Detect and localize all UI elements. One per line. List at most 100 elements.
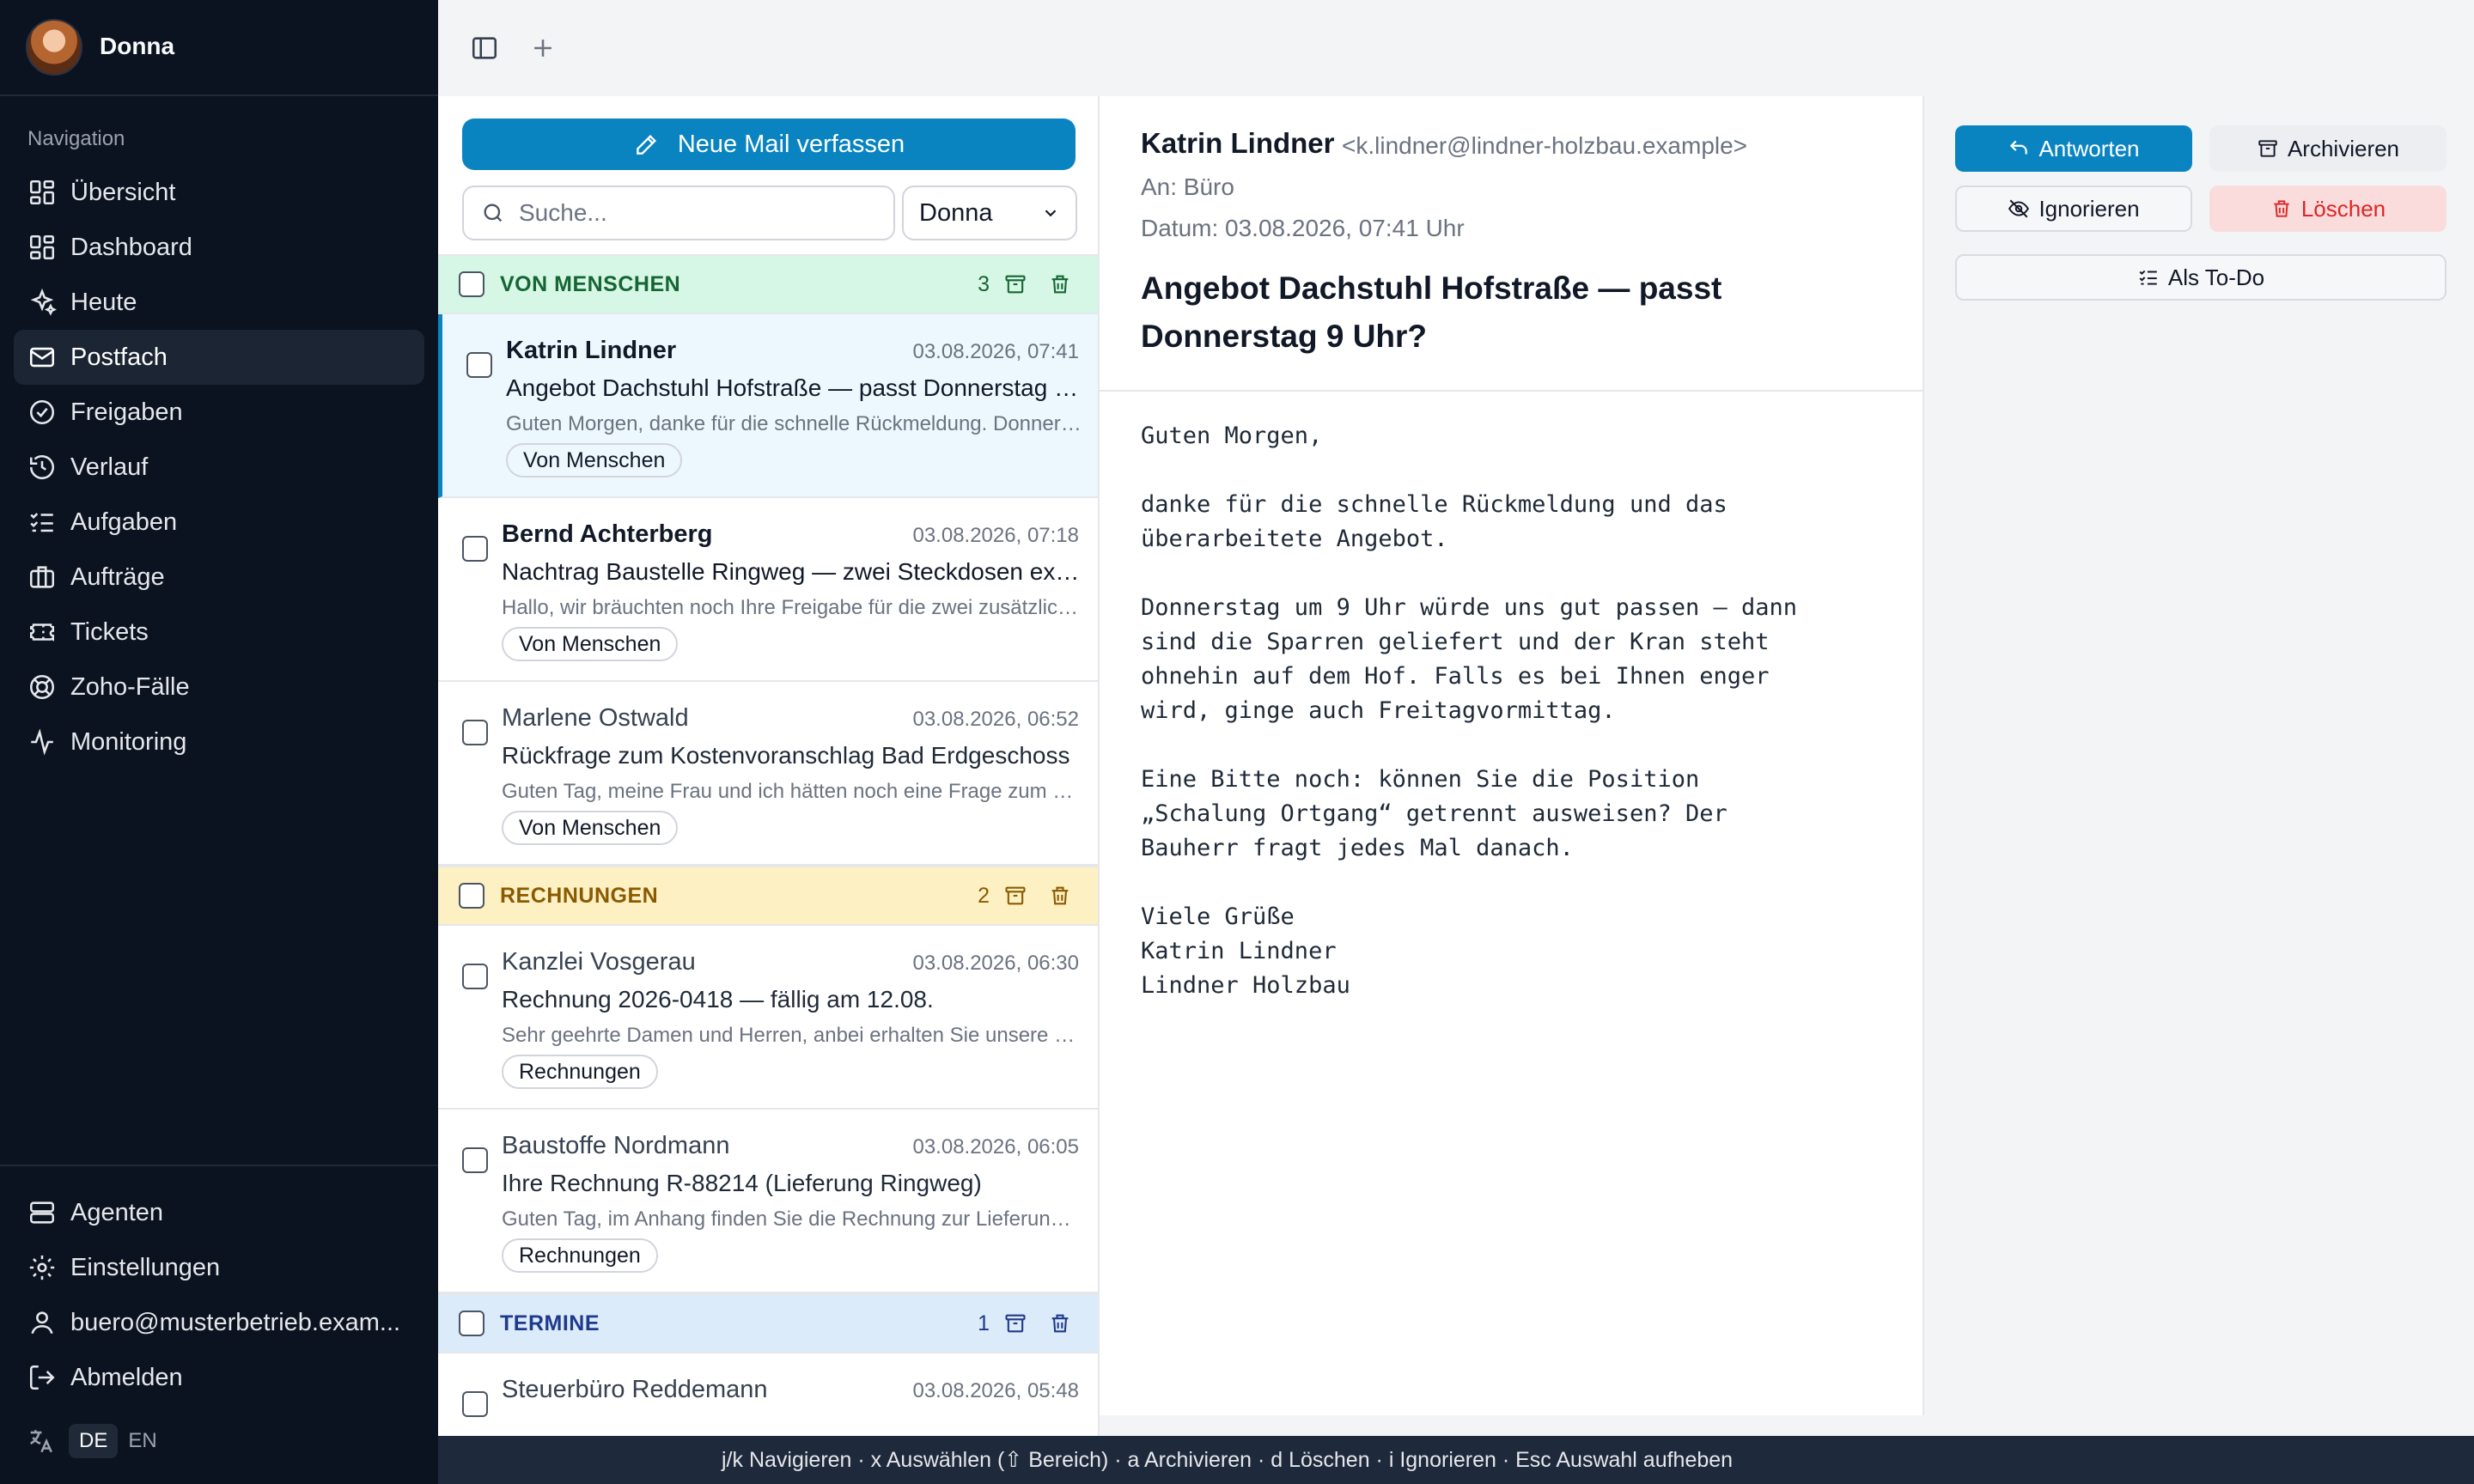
archive-button[interactable]: Archivieren — [2209, 125, 2447, 172]
new-tab-button[interactable] — [524, 29, 562, 67]
mail-checkbox[interactable] — [462, 1147, 488, 1173]
mail-checkbox[interactable] — [462, 536, 488, 562]
sidebar-item-zoho-faelle[interactable]: Zoho-Fälle — [14, 660, 424, 715]
search-box — [462, 186, 895, 240]
sidebar-bottom: Agenten Einstellungen buero@musterbetrie… — [0, 1165, 438, 1391]
sidebar-item-label: Tickets — [70, 617, 149, 646]
mail-from: Katrin Lindner — [506, 337, 677, 364]
sidebar-item-account[interactable]: buero@musterbetrieb.exam... — [14, 1295, 424, 1350]
mail-date: 03.08.2026, 06:52 — [912, 708, 1079, 731]
group-checkbox[interactable] — [459, 1311, 484, 1336]
mail-item[interactable]: Steuerbüro Reddemann 03.08.2026, 05:48 — [438, 1353, 1098, 1436]
mail-tag: Rechnungen — [502, 1055, 658, 1089]
sidebar-item-label: Aufgaben — [70, 508, 178, 536]
ignore-button[interactable]: Ignorieren — [1955, 186, 2192, 232]
sidebar-item-verlauf[interactable]: Verlauf — [14, 440, 424, 495]
search-icon — [484, 204, 503, 222]
mail-subject: Rechnung 2026-0418 — fällig am 12.08. — [502, 986, 934, 1013]
mail-from: Marlene Ostwald — [502, 704, 689, 732]
dashboard-icon — [27, 233, 57, 262]
trash-icon[interactable] — [1048, 1311, 1072, 1335]
sidebar-item-einstellungen[interactable]: Einstellungen — [14, 1240, 424, 1295]
mail-checkbox[interactable] — [462, 964, 488, 989]
mail-tag: Von Menschen — [502, 627, 679, 661]
group-checkbox[interactable] — [459, 883, 484, 909]
sidebar-item-monitoring[interactable]: Monitoring — [14, 715, 424, 769]
sidebar-item-label: Dashboard — [70, 233, 192, 261]
list-checks-icon — [27, 508, 57, 537]
sidebar-item-label: Agenten — [70, 1198, 164, 1226]
list-checks-icon — [2139, 270, 2157, 285]
archive-icon[interactable] — [1003, 272, 1027, 296]
archive-icon[interactable] — [1003, 1311, 1027, 1335]
search-input[interactable] — [519, 199, 880, 227]
message-subject: Angebot Dachstuhl Hofstraße — passt Donn… — [1141, 271, 1722, 354]
account-select[interactable]: Donna — [902, 186, 1077, 240]
mail-preview: Guten Tag, meine Frau und ich hätten noc… — [502, 780, 1082, 803]
mail-date: 03.08.2026, 06:30 — [912, 952, 1079, 975]
mail-date: 03.08.2026, 06:05 — [912, 1135, 1079, 1159]
mail-item[interactable]: Marlene Ostwald 03.08.2026, 06:52 Rückfr… — [438, 682, 1098, 866]
todo-button[interactable]: Als To-Do — [1955, 254, 2447, 301]
archive-icon[interactable] — [1003, 884, 1027, 908]
sidebar-item-uebersicht[interactable]: Übersicht — [14, 165, 424, 220]
trash-icon[interactable] — [1048, 272, 1072, 296]
group-count: 3 — [978, 271, 990, 296]
nav-section-label: Navigation — [27, 127, 125, 150]
reply-button[interactable]: Antworten — [1955, 125, 2192, 172]
sidebar-item-label: Zoho-Fälle — [70, 672, 190, 701]
compose-button[interactable]: Neue Mail verfassen — [462, 119, 1076, 170]
sidebar-item-auftraege[interactable]: Aufträge — [14, 550, 424, 605]
sidebar-item-heute[interactable]: Heute — [14, 275, 424, 330]
mail-item[interactable]: Bernd Achterberg 03.08.2026, 07:18 Nacht… — [438, 498, 1098, 682]
mail-checkbox[interactable] — [462, 720, 488, 745]
delete-button[interactable]: Löschen — [2209, 186, 2447, 232]
shortcut-bar: j/k Navigieren · x Auswählen (⇧ Bereich)… — [438, 1436, 2474, 1484]
sidebar-item-freigaben[interactable]: Freigaben — [14, 385, 424, 440]
mail-preview: Guten Tag, im Anhang finden Sie die Rech… — [502, 1207, 1082, 1231]
sidebar-item-abmelden[interactable]: Abmelden — [14, 1350, 424, 1405]
mail-tag: Rechnungen — [502, 1238, 658, 1273]
sidebar-item-aufgaben[interactable]: Aufgaben — [14, 495, 424, 550]
lang-de[interactable]: DE — [69, 1424, 119, 1458]
group-checkbox[interactable] — [459, 271, 484, 297]
trash-icon[interactable] — [1048, 884, 1072, 908]
toggle-sidebar-button[interactable] — [466, 29, 503, 67]
sender-name: Katrin Lindner — [1141, 127, 1335, 159]
mail-subject: Rückfrage zum Kostenvoranschlag Bad Erdg… — [502, 742, 1070, 769]
mail-item[interactable]: Baustoffe Nordmann 03.08.2026, 06:05 Ihr… — [438, 1110, 1098, 1293]
sidebar-item-dashboard[interactable]: Dashboard — [14, 220, 424, 275]
sidebar-toggle-icon — [472, 37, 497, 59]
mail-item[interactable]: Kanzlei Vosgerau 03.08.2026, 06:30 Rechn… — [438, 926, 1098, 1110]
mail-item[interactable]: Katrin Lindner 03.08.2026, 07:41 Angebot… — [438, 314, 1098, 498]
mail-preview: Hallo, wir bräuchten noch Ihre Freigabe … — [502, 596, 1082, 619]
ignore-label: Ignorieren — [2038, 195, 2140, 222]
sidebar-item-label: Monitoring — [70, 727, 187, 756]
shortcut-hints: j/k Navigieren · x Auswählen (⇧ Bereich)… — [722, 1448, 1734, 1472]
topbar — [438, 0, 2474, 96]
sidebar: Donna Navigation Übersicht Dashboard Heu… — [0, 0, 438, 1484]
group-header-invoices: RECHNUNGEN 2 — [438, 866, 1098, 926]
delete-label: Löschen — [2300, 195, 2386, 222]
reading-pane: Katrin Lindner <k.lindner@lindner-holzba… — [1100, 96, 1924, 1415]
mail-checkbox[interactable] — [466, 352, 492, 378]
lang-en[interactable]: EN — [128, 1429, 156, 1453]
sidebar-item-label: Verlauf — [70, 453, 149, 481]
group-title: VON MENSCHEN — [500, 271, 681, 296]
translate-icon — [26, 1426, 55, 1456]
sidebar-item-label: Postfach — [70, 343, 168, 371]
edit-icon — [636, 134, 656, 155]
avatar[interactable] — [26, 19, 82, 76]
bottom-nav: Agenten Einstellungen buero@musterbetrie… — [14, 1185, 424, 1405]
mail-checkbox[interactable] — [462, 1391, 488, 1417]
sidebar-item-postfach[interactable]: Postfach — [14, 330, 424, 385]
main-nav: Übersicht Dashboard Heute Postfach Freig… — [14, 165, 424, 769]
mail-from: Kanzlei Vosgerau — [502, 948, 696, 976]
mail-preview: Sehr geehrte Damen und Herren, anbei erh… — [502, 1024, 1082, 1047]
plus-icon — [534, 40, 551, 57]
sidebar-item-tickets[interactable]: Tickets — [14, 605, 424, 660]
sidebar-item-label: Heute — [70, 288, 137, 316]
mail-icon — [27, 343, 57, 372]
user-icon — [27, 1308, 57, 1337]
sidebar-item-agenten[interactable]: Agenten — [14, 1185, 424, 1240]
